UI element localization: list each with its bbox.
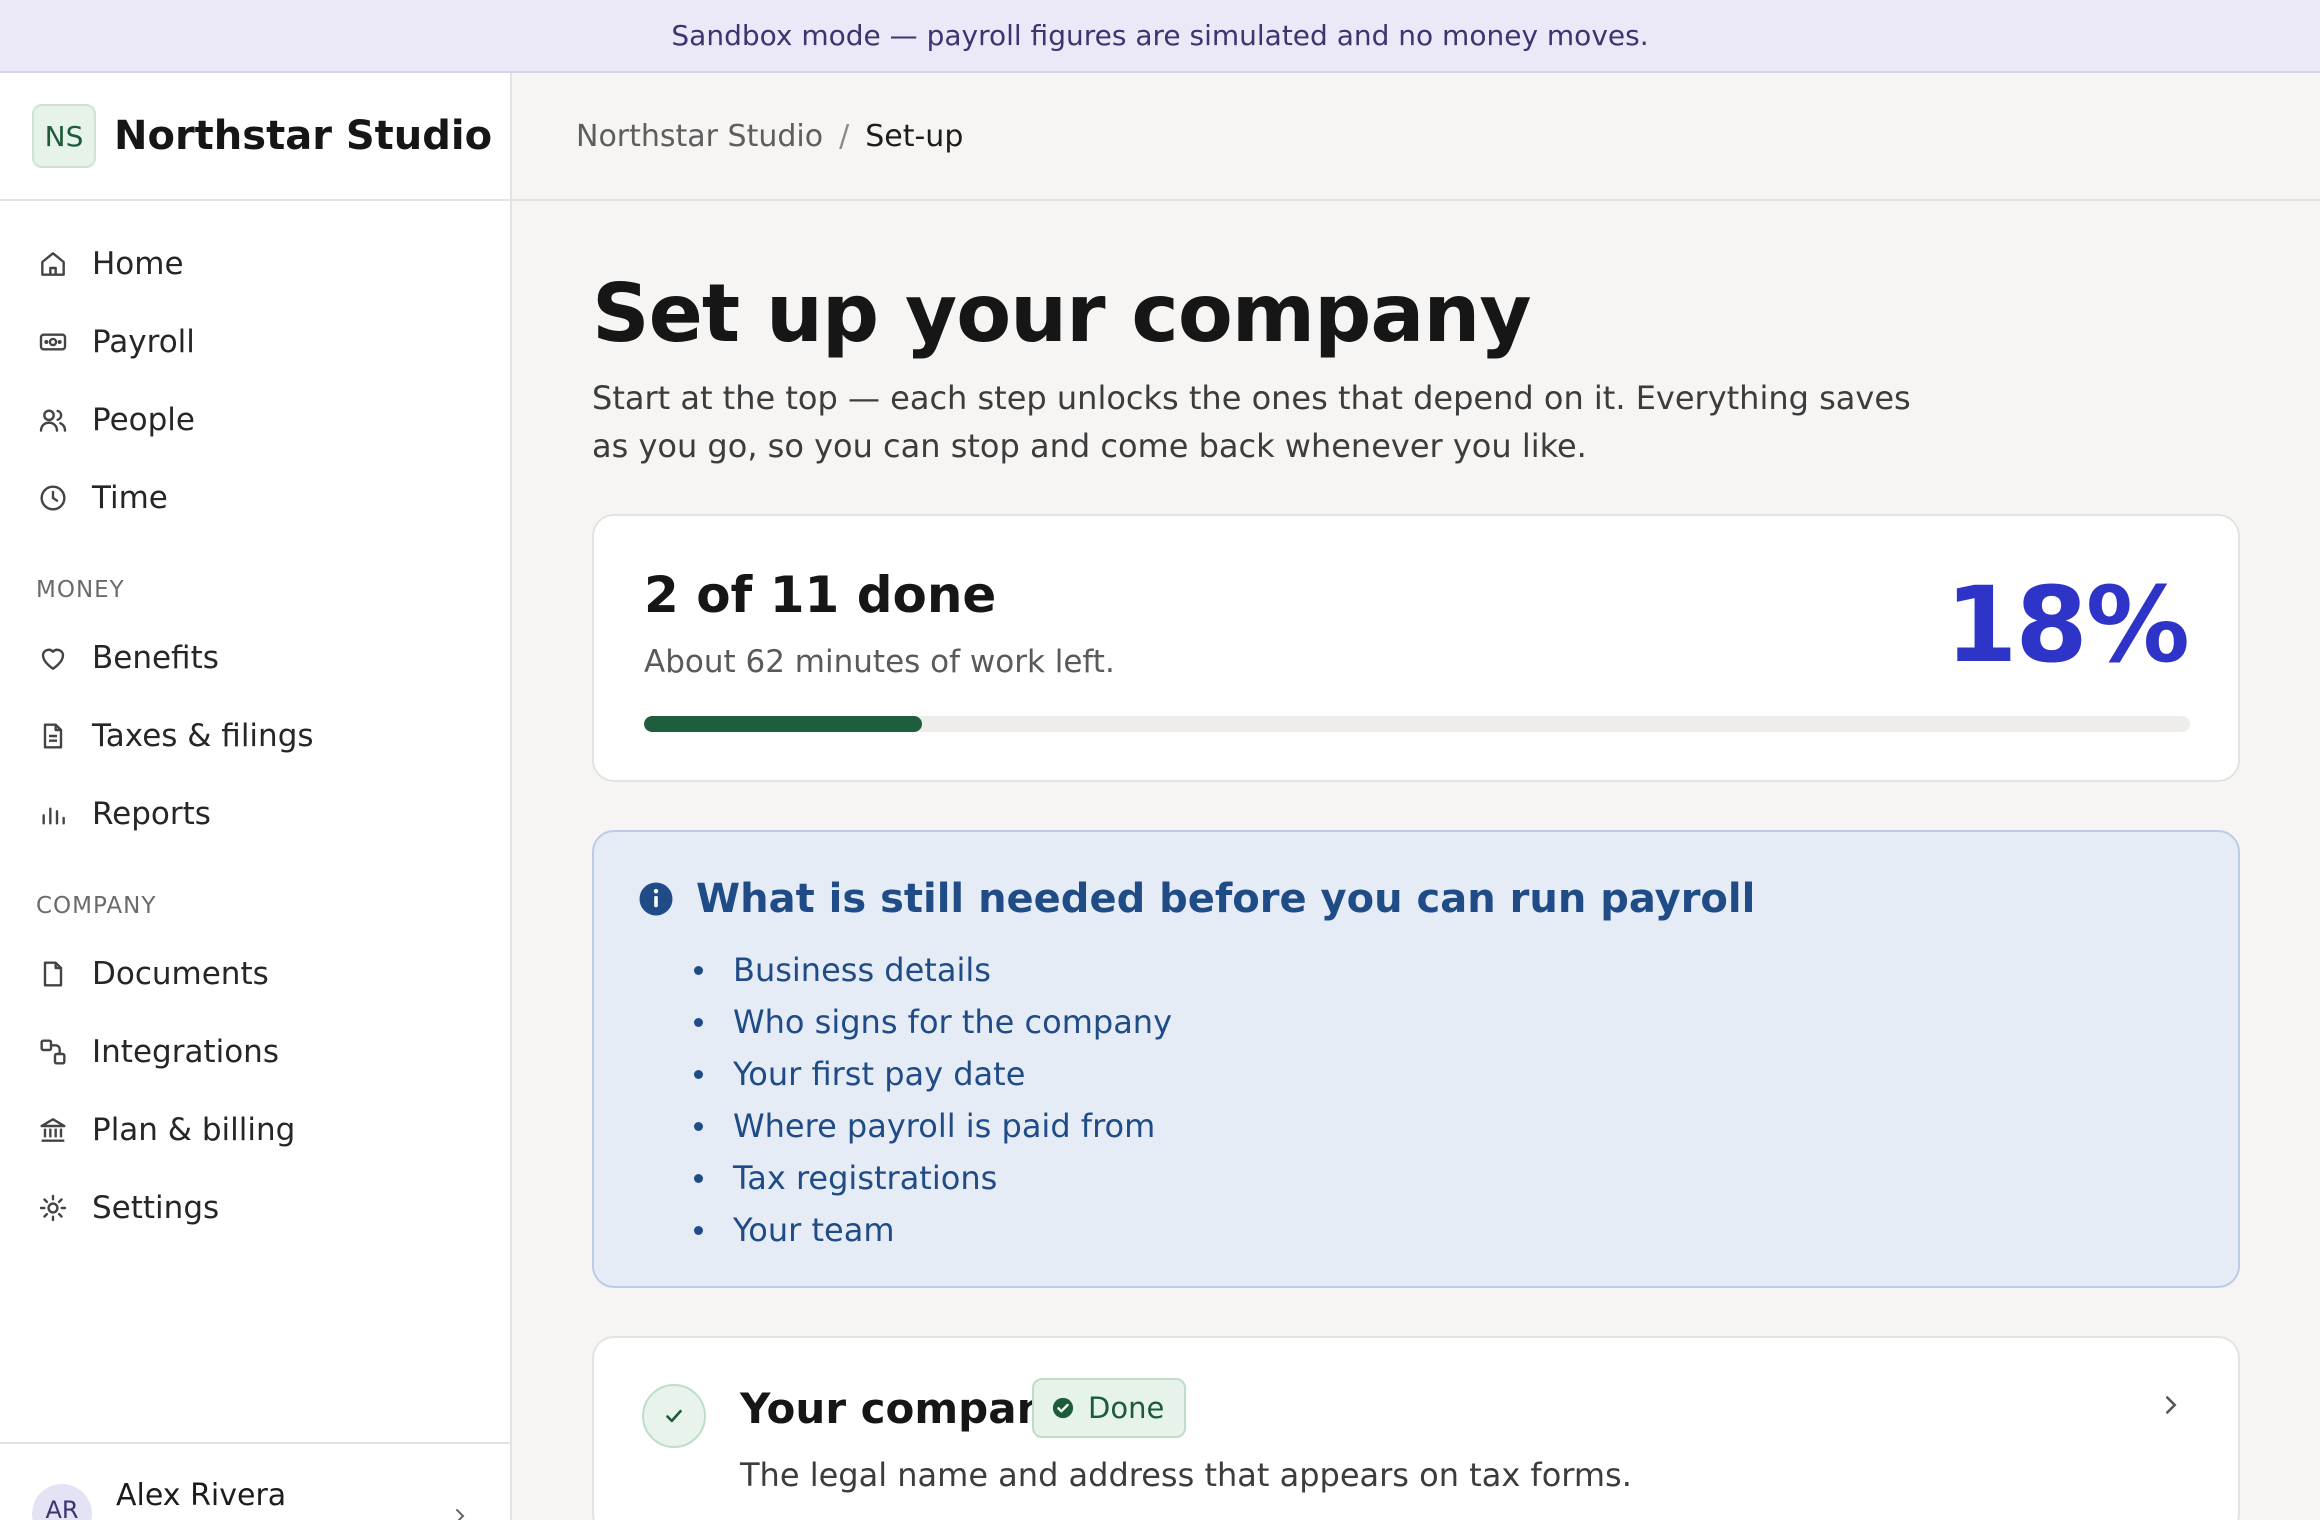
- check-icon: [642, 1384, 706, 1448]
- sidebar-item-label: Benefits: [92, 640, 219, 676]
- brand-logo: NS: [32, 104, 96, 168]
- list-item: Your first pay date: [688, 1048, 1172, 1100]
- chevron-right-icon: [448, 1504, 472, 1520]
- progress-bar-fill: [644, 716, 923, 732]
- info-icon: [638, 881, 674, 917]
- sidebar-item-reports[interactable]: Reports: [0, 775, 510, 853]
- section-label-company: COMPANY: [36, 893, 157, 919]
- gear-icon: [36, 1191, 70, 1225]
- list-item: Where payroll is paid from: [688, 1100, 1172, 1152]
- brand-name: Northstar Studio: [114, 113, 493, 159]
- bar-chart-icon: [36, 797, 70, 831]
- requirements-list: Business details Who signs for the compa…: [688, 944, 1172, 1256]
- banknote-icon: [36, 325, 70, 359]
- sidebar-item-taxes[interactable]: Taxes & filings: [0, 697, 510, 775]
- progress-percent: 18%: [1945, 564, 2190, 686]
- sidebar-item-plan-billing[interactable]: Plan & billing: [0, 1091, 510, 1169]
- list-item: Tax registrations: [688, 1152, 1172, 1204]
- requirements-callout: What is still needed before you can run …: [592, 830, 2240, 1288]
- sidebar-item-label: Plan & billing: [92, 1112, 296, 1148]
- step-description: The legal name and address that appears …: [740, 1456, 1632, 1494]
- sidebar-item-label: Settings: [92, 1190, 220, 1226]
- sidebar-item-people[interactable]: People: [0, 381, 510, 459]
- integrations-icon: [36, 1035, 70, 1069]
- step-title: Your company: [740, 1384, 1074, 1433]
- user-menu[interactable]: AR Alex Rivera: [0, 1442, 510, 1520]
- page-subtitle: Start at the top — each step unlocks the…: [592, 379, 1911, 465]
- progress-count: 2 of 11 done: [644, 566, 997, 624]
- sandbox-banner: Sandbox mode — payroll figures are simul…: [0, 0, 2320, 73]
- list-item: Business details: [688, 944, 1172, 996]
- main-content: Set up your company Start at the top — e…: [592, 201, 2240, 1520]
- sidebar-item-label: Documents: [92, 956, 269, 992]
- sidebar-item-documents[interactable]: Documents: [0, 935, 510, 1013]
- sidebar-item-label: Time: [92, 480, 168, 516]
- list-item: Your team: [688, 1204, 1172, 1256]
- sidebar-item-payroll[interactable]: Payroll: [0, 303, 510, 381]
- check-circle-icon: [1052, 1397, 1074, 1419]
- callout-title: What is still needed before you can run …: [696, 876, 1756, 922]
- list-item: Who signs for the company: [688, 996, 1172, 1048]
- progress-card: 2 of 11 done About 62 minutes of work le…: [592, 514, 2240, 782]
- sidebar-item-label: Taxes & filings: [92, 718, 314, 754]
- sidebar-item-time[interactable]: Time: [0, 459, 510, 537]
- status-badge-label: Done: [1088, 1391, 1165, 1425]
- clock-icon: [36, 481, 70, 515]
- avatar: AR: [32, 1484, 92, 1520]
- sidebar-nav: Home Payroll People Time MONEY Benefits: [0, 201, 510, 1247]
- sidebar-item-integrations[interactable]: Integrations: [0, 1013, 510, 1091]
- step-card-your-company[interactable]: Your company Done The legal name and add…: [592, 1336, 2240, 1520]
- brand[interactable]: NS Northstar Studio: [0, 73, 510, 201]
- breadcrumb-root[interactable]: Northstar Studio: [576, 119, 823, 154]
- breadcrumb-separator: /: [839, 118, 850, 154]
- sidebar-item-home[interactable]: Home: [0, 225, 510, 303]
- progress-bar: [644, 716, 2190, 732]
- sidebar-item-label: People: [92, 402, 195, 438]
- users-icon: [36, 403, 70, 437]
- sidebar-item-label: Payroll: [92, 324, 195, 360]
- sidebar-item-benefits[interactable]: Benefits: [0, 619, 510, 697]
- breadcrumb-current: Set-up: [865, 118, 964, 154]
- status-badge: Done: [1032, 1378, 1187, 1438]
- heart-icon: [36, 641, 70, 675]
- user-name: Alex Rivera: [116, 1478, 287, 1513]
- breadcrumb: Northstar Studio / Set-up: [512, 73, 2320, 201]
- sandbox-banner-text: Sandbox mode — payroll figures are simul…: [671, 19, 1649, 52]
- sidebar-item-settings[interactable]: Settings: [0, 1169, 510, 1247]
- sidebar-item-label: Reports: [92, 796, 211, 832]
- chevron-right-icon: [2156, 1390, 2186, 1424]
- sidebar-item-label: Integrations: [92, 1034, 279, 1070]
- sidebar-item-label: Home: [92, 246, 184, 282]
- callout-header: What is still needed before you can run …: [638, 876, 1755, 922]
- section-label-money: MONEY: [36, 577, 125, 603]
- progress-time-left: About 62 minutes of work left.: [644, 644, 1115, 680]
- home-icon: [36, 247, 70, 281]
- file-text-icon: [36, 719, 70, 753]
- page-title: Set up your company: [592, 267, 1532, 360]
- sidebar: NS Northstar Studio Home Payroll People: [0, 73, 512, 1520]
- document-icon: [36, 957, 70, 991]
- bank-icon: [36, 1113, 70, 1147]
